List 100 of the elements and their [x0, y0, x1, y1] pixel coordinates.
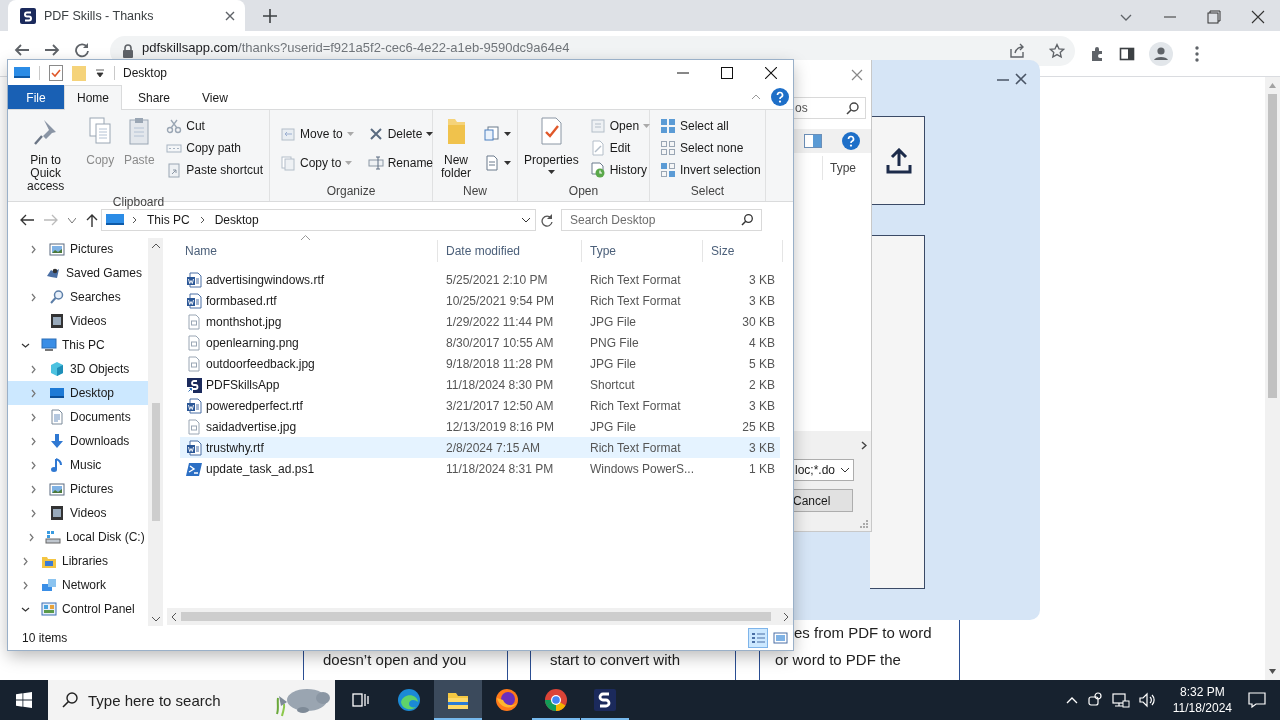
chevron-right-icon[interactable]	[31, 412, 36, 422]
collapse-ribbon-icon[interactable]	[751, 94, 761, 100]
chevron-right-icon[interactable]	[31, 364, 36, 374]
nav-item[interactable]: Music	[8, 453, 148, 477]
chevron-right-icon[interactable]	[31, 460, 36, 470]
chevron-down-icon[interactable]	[21, 342, 30, 348]
task-view-icon[interactable]	[352, 692, 370, 708]
search-input[interactable]: Search Desktop	[570, 211, 741, 229]
puzzle-icon[interactable]	[1089, 46, 1105, 62]
chevron-down-icon[interactable]	[521, 217, 531, 223]
nav-item[interactable]: Desktop	[8, 381, 148, 405]
nav-item[interactable]: Documents	[8, 405, 148, 429]
scrollbar[interactable]	[167, 608, 793, 625]
chevron-right-icon[interactable]	[31, 436, 36, 446]
search-field[interactable]: Type here to search	[48, 680, 335, 720]
nav-item[interactable]: Local Disk (C:)	[8, 525, 148, 549]
help-icon[interactable]	[842, 132, 860, 150]
ribbon-button[interactable]: Select none	[658, 137, 763, 159]
nav-item[interactable]: Downloads	[8, 429, 148, 453]
maximize-icon[interactable]	[721, 66, 733, 79]
ribbon-button[interactable]: Properties	[522, 113, 581, 176]
close-icon[interactable]	[1251, 9, 1265, 24]
share-icon[interactable]	[1009, 43, 1025, 59]
nav-item[interactable]: Libraries	[8, 549, 148, 573]
nav-item[interactable]: Network	[8, 573, 148, 597]
chevron-right-icon[interactable]	[199, 216, 205, 224]
nav-item[interactable]: Saved Games	[8, 261, 148, 285]
ribbon-button[interactable]: Select all	[658, 115, 763, 137]
search-input[interactable]: Type here to search	[88, 691, 258, 709]
chevron-right-icon[interactable]	[23, 556, 28, 566]
chevron-right-icon[interactable]	[31, 388, 36, 398]
chevron-right-icon[interactable]	[31, 244, 36, 254]
search-field[interactable]: os	[793, 97, 866, 119]
volume-icon[interactable]	[1138, 692, 1157, 708]
notification-icon[interactable]	[1248, 692, 1266, 708]
column-header[interactable]: Date modified	[438, 240, 582, 262]
nav-item[interactable]: 3D Objects	[8, 357, 148, 381]
preview-pane-icon[interactable]	[804, 134, 822, 148]
forward-icon[interactable]	[44, 42, 60, 58]
file-row[interactable]: trustwhy.rtf 2/8/2024 7:15 AM Rich Text Format 3 KB	[180, 437, 780, 458]
column-header[interactable]: Type	[582, 240, 703, 262]
search-icon[interactable]	[62, 692, 78, 708]
cancel-button[interactable]: Cancel	[793, 489, 853, 512]
restore-icon[interactable]	[1207, 9, 1221, 24]
nav-item[interactable]: Videos	[8, 501, 148, 525]
search-input[interactable]: os	[795, 101, 825, 115]
chevron-right-icon[interactable]	[23, 580, 28, 590]
chevron-up-icon[interactable]	[1065, 696, 1078, 704]
file-row[interactable]: PDFSkillsApp 11/18/2024 8:30 PM Shortcut 2 KB	[180, 374, 780, 395]
file-row[interactable]: outdoorfeedback.jpg 9/18/2018 11:28 PM JPG File 5 KB	[180, 353, 780, 374]
chevron-right-icon[interactable]	[31, 508, 36, 518]
checklist-icon[interactable]	[49, 64, 63, 81]
scrollbar[interactable]	[1265, 77, 1280, 680]
ribbon-tab[interactable]: Share	[122, 85, 187, 109]
nav-item[interactable]: Videos	[8, 309, 148, 333]
scroll-right-icon[interactable]	[861, 441, 867, 450]
profile-icon[interactable]	[1149, 42, 1173, 66]
search-icon[interactable]	[741, 214, 753, 226]
scrollbar[interactable]	[148, 238, 163, 626]
refresh-icon[interactable]	[540, 213, 553, 227]
help-icon[interactable]	[771, 88, 789, 106]
file-row[interactable]: advertisingwindows.rtf 5/25/2021 2:10 PM Rich Text Format 3 KB	[180, 269, 780, 290]
chevron-right-icon[interactable]	[29, 532, 34, 542]
file-row[interactable]: update_task_ad.ps1 11/18/2024 8:31 PM Windows PowerS... 1 KB	[180, 458, 780, 479]
chevron-right-icon[interactable]	[31, 292, 36, 302]
column-header[interactable]: Type	[823, 161, 856, 175]
nav-item[interactable]: This PC	[8, 333, 148, 357]
reload-icon[interactable]	[74, 42, 90, 58]
clock[interactable]: 8:32 PM 11/18/2024	[1172, 684, 1232, 716]
meet-icon[interactable]	[1086, 692, 1103, 708]
network-icon[interactable]	[1111, 692, 1130, 708]
ribbon-tab[interactable]: View	[186, 85, 244, 109]
browser-tab[interactable]: PDF Skills - Thanks	[8, 0, 245, 31]
ribbon-button[interactable]: History	[587, 159, 653, 181]
sort-up-icon[interactable]	[301, 235, 310, 240]
nav-item[interactable]: Control Panel	[8, 597, 148, 621]
back-icon[interactable]	[20, 214, 34, 226]
address-bar[interactable]: This PC Desktop	[101, 209, 536, 231]
windows-logo-icon[interactable]	[16, 692, 32, 708]
breadcrumb-item[interactable]: Desktop	[212, 213, 261, 227]
ribbon-button[interactable]: Invert selection	[658, 159, 763, 181]
nav-item[interactable]: Searches	[8, 285, 148, 309]
search-icon[interactable]	[846, 101, 859, 115]
sidebar-icon[interactable]	[1119, 46, 1135, 62]
up-icon[interactable]	[86, 213, 98, 227]
file-row[interactable]: poweredperfect.rtf 3/21/2017 12:50 AM Rich Text Format 3 KB	[180, 395, 780, 416]
new-tab-icon[interactable]	[263, 9, 277, 23]
back-icon[interactable]	[14, 42, 30, 58]
chevron-right-icon[interactable]	[132, 216, 137, 224]
dropdown-icon[interactable]	[95, 67, 105, 78]
ribbon-tab[interactable]: Home	[64, 85, 122, 110]
chevron-down-icon[interactable]	[21, 606, 30, 612]
ribbon-button[interactable]: Delete	[365, 119, 436, 148]
recent-dropdown-icon[interactable]	[68, 217, 76, 223]
taskbar-app[interactable]	[434, 680, 482, 720]
search-field[interactable]: Search Desktop	[561, 209, 762, 231]
nav-item[interactable]: Pictures	[8, 237, 148, 261]
close-icon[interactable]	[1014, 72, 1028, 86]
nav-item[interactable]: Pictures	[8, 477, 148, 501]
star-icon[interactable]	[1049, 43, 1065, 59]
